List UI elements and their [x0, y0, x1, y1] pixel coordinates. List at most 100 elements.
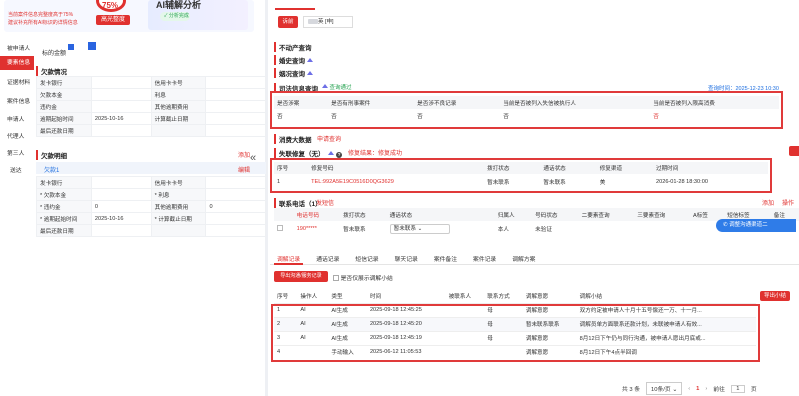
amount-label: 标的金额 [42, 51, 67, 57]
bottom-tab[interactable]: 案件备注 [431, 254, 460, 265]
debt-detail-value [205, 212, 266, 225]
export-summary-button[interactable]: 导出小结 [760, 291, 790, 301]
debt-row: 逾期起始时间 2025-10-16 计算截止日期 [36, 112, 266, 125]
repair-header: 拨打状态 [487, 166, 510, 172]
current-page[interactable]: 1 [696, 386, 699, 392]
bottom-tab[interactable]: 调解方案 [509, 254, 538, 265]
debt-detail-value: 2025-10-16 [90, 212, 152, 225]
debt-label: 发卡银行 [36, 76, 92, 89]
contact-header: 拨打状态 [343, 212, 366, 219]
debt-label: 逾期起始时间 [36, 112, 92, 125]
nav-item-respondent[interactable]: 被申请人 [7, 43, 30, 52]
debt-detail-label [150, 224, 207, 237]
debt-label: 其他逾期费用 [150, 100, 207, 113]
adjust-channel-button[interactable]: ✆ 调整沟通渠道二 [716, 219, 796, 232]
row-checkbox[interactable] [277, 225, 283, 231]
nav-item-third-party[interactable]: 第三人 [7, 148, 24, 157]
debt-value [90, 124, 152, 137]
debt-detail-value [205, 188, 266, 201]
repair-cell[interactable]: TEL:992A5E19C0516D0QG3629 [308, 174, 484, 189]
bottom-tab[interactable]: 聊天记录 [392, 254, 421, 265]
debt-label: 计算截止日期 [150, 112, 207, 125]
contact-header: 号码状态 [535, 212, 558, 219]
debt-detail-label: 最后还款日期 [36, 224, 92, 237]
debt-label: 信用卡卡号 [150, 76, 207, 89]
debt-value [205, 100, 266, 113]
phone-icon: ✆ [723, 222, 728, 228]
export-records-button[interactable]: 导出沟通/服务记录 [274, 271, 328, 282]
debt1-header: 欠款1 编辑 [36, 162, 266, 174]
contact-phone[interactable]: 190***** [294, 221, 341, 237]
completeness-percent: 75% [102, 1, 119, 10]
next-page-icon[interactable]: › [705, 386, 707, 392]
mediation-header: 联系方式 [487, 294, 510, 301]
nav-item-case-info[interactable]: 案件信息 [7, 96, 30, 105]
judicial-value: 否 [653, 114, 659, 120]
real-estate-query[interactable]: 不动产查询 [274, 42, 312, 52]
debt-label: 利息 [150, 88, 207, 101]
only-summary-toggle[interactable]: 是否仅展示调解小结 [333, 273, 393, 282]
nav-item-elements[interactable]: 要素信息 [0, 56, 34, 70]
judicial-table: 是否涉案 是否有刑事案件 是否涉不良记录 当前是否被列入失信被执行人 当前是否被列入限高… [274, 96, 779, 123]
judicial-value: 否 [503, 114, 509, 120]
tab-case-party[interactable]: 英 [申] [303, 16, 353, 28]
completeness-note: 当前案件信息完整度高于75% [8, 12, 74, 18]
mediation-header: 调解意愿 [525, 294, 549, 301]
marital-status-query[interactable]: 姻况查询 [274, 68, 313, 78]
page-size-value: 10条/页 [651, 387, 671, 393]
pager-suffix: 页 [750, 387, 757, 393]
bottom-tab[interactable]: 通话记录 [313, 254, 342, 265]
tab-pre-litigation[interactable]: 诉前 [278, 16, 298, 28]
bottom-tab[interactable]: 调解记录 [274, 254, 304, 265]
add-debt-link[interactable]: 添加 [238, 150, 250, 159]
select-all-checkbox[interactable] [274, 208, 294, 221]
debt1-label: 欠款1 [44, 168, 60, 174]
pager-goto-input[interactable]: 1 [730, 384, 745, 393]
bottom-tab[interactable]: 短信记录 [352, 254, 381, 265]
add-contact-link[interactable]: 添加 [762, 198, 774, 207]
debt-row: 发卡银行 信用卡卡号 [36, 76, 266, 89]
mediation-header: 调解小结 [579, 294, 603, 301]
debt-row: 欠款本金 利息 [36, 88, 266, 101]
marital-status-label: 姻况查询 [279, 71, 305, 78]
repair-header: 修复渠道 [599, 166, 623, 172]
nav-item-agent[interactable]: 代理人 [7, 131, 24, 140]
nav-item-applicant[interactable]: 申请人 [7, 114, 24, 123]
nav-item-evidence[interactable]: 证据材料 [7, 77, 30, 86]
mediation-header: 序号 [277, 294, 289, 301]
debt-value: 2025-10-16 [90, 112, 152, 125]
debt-detail-value [90, 176, 152, 189]
prev-page-icon[interactable]: ‹ [688, 386, 690, 392]
debt-detail-value [205, 224, 266, 237]
bottom-tabs: 调解记录 通话记录 短信记录 聊天记录 案件备注 案件记录 调解方案 [274, 254, 538, 265]
repair-result: 修复结果：修复成功 [348, 151, 403, 157]
judicial-header: 当前是否被列入限高消费 [653, 100, 715, 107]
chevron-down-icon: ⌄ [672, 387, 678, 393]
call-status-select[interactable]: 暂未联系 ⌄ [389, 224, 450, 234]
left-nav: 被申请人 要素信息 证据材料 案件信息 申请人 代理人 第三人 送达 [0, 40, 34, 200]
highlight-button[interactable]: 高光整度 [96, 15, 130, 25]
page-size-select[interactable]: 10条/页 ⌄ [646, 382, 683, 395]
debt-value [90, 76, 152, 89]
marriage-history-query[interactable]: 婚史查询 [274, 55, 313, 65]
debt-detail-row: * 违约金 0 其他逾期费用 0 [36, 200, 266, 213]
only-summary-label: 是否仅展示调解小结 [340, 276, 393, 282]
ai-status-badge: ✓ 分析完成 [160, 12, 190, 21]
nav-item-service[interactable]: 送达 [10, 165, 22, 174]
judicial-value: 否 [277, 114, 283, 120]
party-name-suffix: 英 [申] [318, 19, 334, 25]
send-sms-link[interactable]: 发短信 [316, 198, 334, 207]
debt-detail-label: 其他逾期费用 [150, 200, 207, 213]
apply-query-link[interactable]: 申请查询 [317, 134, 341, 143]
mediation-header: 类型 [331, 294, 343, 301]
repair-header: 过期时间 [655, 166, 679, 172]
ai-marker-icon [328, 151, 335, 155]
edit-debt-link[interactable]: 编辑 [238, 165, 250, 174]
call-status-value: 暂未联系 [393, 226, 417, 232]
bottom-tab[interactable]: 案件记录 [470, 254, 499, 265]
consumption-data-title: 消费大数据 [274, 134, 312, 144]
debt-table: 发卡银行 信用卡卡号 欠款本金 利息 违约金 其他逾期费用 逾期起始时间 2025-10-16… [36, 76, 266, 137]
collapse-chevron-icon[interactable]: « [250, 152, 256, 164]
repair-button[interactable] [789, 146, 799, 156]
mediation-header: 被联系人 [448, 294, 472, 301]
